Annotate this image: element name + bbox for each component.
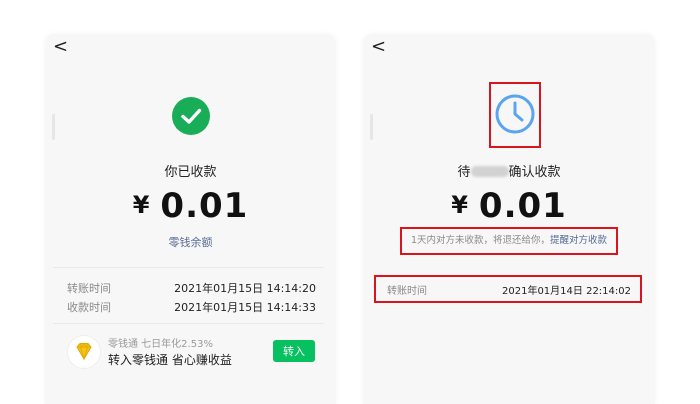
scroll-grip bbox=[52, 114, 55, 140]
promo-title: 转入零钱通 省心赚收益 bbox=[108, 353, 232, 367]
detail-value: 2021年01月14日 22:14:02 bbox=[502, 286, 631, 297]
detail-label: 收款时间 bbox=[67, 301, 111, 314]
detail-label: 转账时间 bbox=[387, 286, 427, 297]
checkmark-circle-icon bbox=[172, 97, 210, 135]
clock-icon bbox=[495, 94, 535, 134]
divider bbox=[53, 323, 324, 324]
remind-receiver-link[interactable]: 提醒对方收款 bbox=[550, 235, 607, 246]
amount-value: 0.01 bbox=[478, 186, 567, 226]
status-title: 你已收款 bbox=[164, 165, 217, 180]
diamond-icon bbox=[67, 335, 101, 369]
status-title: 待确认收款 bbox=[457, 165, 561, 180]
balance-link-wrap: 零钱余额 bbox=[45, 234, 336, 250]
blurred-name bbox=[470, 166, 509, 177]
scroll-grip bbox=[370, 114, 373, 140]
clock-highlight-box bbox=[489, 82, 541, 148]
promo-subtitle: 零钱通 七日年化2.53% bbox=[108, 339, 213, 350]
amount-value: 0.01 bbox=[160, 186, 249, 226]
divider bbox=[53, 267, 324, 268]
currency-symbol: ¥ bbox=[132, 191, 151, 219]
detail-value: 2021年01月15日 14:14:20 bbox=[174, 282, 316, 295]
balance-link[interactable]: 零钱余额 bbox=[169, 236, 213, 249]
detail-row-transfer-time: 转账时间 2021年01月14日 22:14:02 bbox=[374, 275, 642, 303]
detail-value: 2021年01月15日 14:14:33 bbox=[174, 301, 316, 314]
received-panel: < 你已收款 ¥0.01 零钱余额 转账时间 2021年01月15日 14:14… bbox=[45, 34, 336, 404]
currency-symbol: ¥ bbox=[451, 191, 469, 219]
back-button[interactable]: < bbox=[53, 38, 68, 56]
amount: ¥0.01 bbox=[45, 186, 336, 226]
amount: ¥0.01 bbox=[363, 186, 655, 226]
refund-note: 1天内对方未收款，将退还给你，提醒对方收款 bbox=[400, 227, 618, 255]
refund-note-text: 1天内对方未收款，将退还给你， bbox=[410, 235, 551, 246]
back-button[interactable]: < bbox=[371, 38, 386, 56]
detail-label: 转账时间 bbox=[67, 282, 111, 295]
pending-panel: < 待确认收款 ¥0.01 1天内对方未收款，将退还给你，提醒对方收款 转账时间… bbox=[363, 34, 655, 404]
transfer-in-button[interactable]: 转入 bbox=[273, 340, 315, 362]
